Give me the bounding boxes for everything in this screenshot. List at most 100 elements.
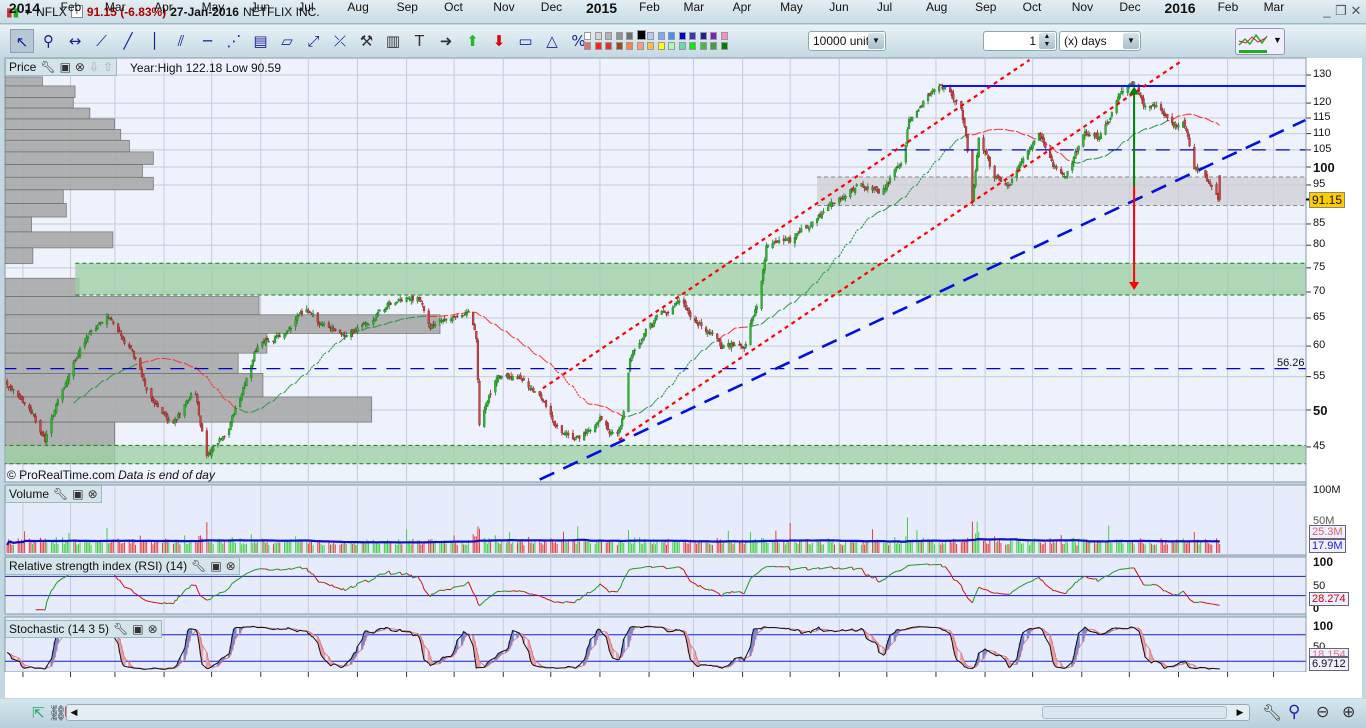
rsi-line-segment (734, 591, 740, 593)
wrench-icon[interactable]: 🔧︎ (40, 60, 55, 74)
chart-canvas[interactable] (0, 0, 1366, 728)
rsi-line-segment (739, 591, 742, 593)
move-up-icon[interactable]: ⇧ (103, 60, 113, 74)
candle-body (394, 302, 397, 306)
candle-body (689, 311, 692, 318)
moving-average-segment (1195, 114, 1198, 117)
data-disclaimer: Data is end of day (118, 468, 215, 482)
candle-body (445, 319, 448, 321)
rsi-line-segment (255, 568, 258, 571)
maximize-icon[interactable]: ▣ (132, 622, 143, 636)
candle-body (109, 317, 112, 319)
volume-profile-bar (5, 76, 43, 87)
wrench-icon[interactable]: 🔧︎ (53, 487, 68, 501)
candle-body (1210, 185, 1213, 187)
candle-body (733, 344, 736, 347)
candle-body (145, 387, 148, 391)
close-panel-icon[interactable]: ⊗ (226, 559, 236, 573)
candle-body (86, 335, 90, 339)
rsi-line-segment (319, 581, 322, 583)
rsi-line-segment (751, 575, 754, 578)
candle-body (793, 237, 796, 244)
rsi-panel-title: Relative strength index (RSI) (14) (9, 559, 188, 573)
candle-body (763, 260, 766, 271)
moving-average-segment (384, 323, 387, 326)
scroll-left-icon[interactable]: ◀ (67, 705, 81, 720)
moving-average-segment (631, 414, 634, 416)
maximize-icon[interactable]: ▣ (60, 60, 71, 74)
zoom-out-icon[interactable]: ⊖ (1316, 702, 1329, 721)
candle-body (627, 372, 630, 412)
candle-body (955, 99, 958, 102)
scrollbar-thumb[interactable] (1042, 706, 1227, 719)
candle-body (422, 306, 426, 311)
candle-body (153, 399, 156, 404)
candle-body (866, 186, 869, 190)
volume-profile-bar (5, 296, 260, 316)
stochastic-tick: 100 (1313, 619, 1334, 633)
candle-body (511, 376, 514, 381)
close-panel-icon[interactable]: ⊗ (75, 60, 85, 74)
candle-body (196, 394, 199, 403)
close-panel-icon[interactable]: ⊗ (88, 487, 98, 501)
candle-body (855, 184, 858, 187)
moving-average-segment (1154, 124, 1157, 127)
candle-body (118, 330, 121, 333)
candle-body (771, 243, 774, 248)
candle-body (1205, 174, 1209, 182)
maximize-icon[interactable]: ▣ (210, 559, 221, 573)
candle-body (216, 443, 220, 445)
moving-average-segment (154, 358, 157, 361)
candle-body (88, 332, 91, 335)
moving-average-segment (395, 320, 398, 322)
export-icon[interactable]: ⇱ (32, 704, 45, 722)
candle-body (456, 315, 459, 317)
rsi-line-segment (794, 568, 797, 570)
candle-body (911, 116, 914, 122)
volume-average-value: 17.9M (1309, 539, 1346, 553)
candle-body (256, 346, 259, 352)
scroll-right-icon[interactable]: ▶ (1233, 705, 1247, 720)
wrench-icon[interactable]: 🔧︎ (191, 559, 206, 573)
candle-body (665, 313, 668, 315)
date-axis-label: 2016 (1164, 0, 1196, 16)
horizontal-scrollbar[interactable]: ◀ ▶ (66, 704, 1250, 721)
candle-body (1088, 134, 1091, 137)
candle-body (985, 150, 988, 155)
moving-average-segment (629, 414, 632, 417)
candle-body (844, 196, 847, 199)
price-tick: 65 (1313, 311, 1326, 324)
price-tick: 80 (1313, 238, 1326, 251)
candle-body (964, 126, 968, 135)
candle-body (353, 332, 356, 334)
zoom-fit-icon[interactable]: ⚲ (1288, 702, 1300, 722)
date-axis-label: 2014 (8, 0, 41, 16)
chart-settings-icon[interactable]: 🔧︎ (1262, 703, 1282, 722)
rsi-line-segment (755, 573, 758, 576)
rsi-line-segment (810, 568, 813, 570)
moving-average-segment (599, 405, 602, 407)
candle-body (1026, 150, 1029, 160)
candle-body (123, 339, 126, 344)
rsi-line-segment (62, 577, 65, 579)
date-axis-label: Mar (104, 0, 126, 14)
moving-average-segment (398, 319, 401, 321)
date-axis-label: Dec (1119, 0, 1141, 14)
volume-profile-bar (5, 85, 76, 98)
candle-body (1033, 140, 1036, 145)
candle-body (820, 213, 823, 219)
rsi-line-segment (552, 600, 555, 603)
zoom-in-icon[interactable]: ⊕ (1342, 702, 1355, 721)
candle-body (267, 341, 270, 343)
price-tick: 115 (1313, 110, 1331, 123)
moving-average-segment (363, 328, 366, 330)
rsi-line-segment (854, 568, 857, 570)
wrench-icon[interactable]: 🔧︎ (113, 622, 128, 636)
move-down-icon[interactable]: ⇩ (89, 60, 99, 74)
maximize-icon[interactable]: ▣ (72, 487, 83, 501)
candle-body (632, 350, 635, 356)
volume-profile-bar (5, 189, 64, 204)
candle-body (78, 348, 82, 357)
close-panel-icon[interactable]: ⊗ (148, 622, 158, 636)
candle-body (273, 336, 277, 343)
